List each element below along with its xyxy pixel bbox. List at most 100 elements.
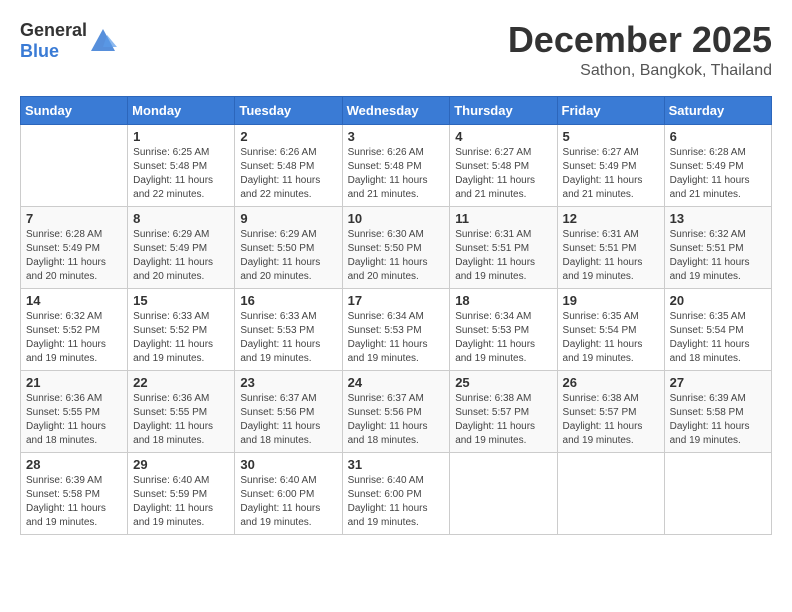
day-number: 4 — [455, 129, 551, 144]
day-number: 1 — [133, 129, 229, 144]
day-number: 3 — [348, 129, 445, 144]
week-row-5: 28 Sunrise: 6:39 AM Sunset: 5:58 PM Dayli… — [21, 452, 772, 534]
day-info: Sunrise: 6:36 AM Sunset: 5:55 PM Dayligh… — [26, 392, 122, 448]
day-info: Sunrise: 6:39 AM Sunset: 5:58 PM Dayligh… — [26, 474, 122, 530]
day-info: Sunrise: 6:37 AM Sunset: 5:56 PM Dayligh… — [348, 392, 445, 448]
day-info: Sunrise: 6:33 AM Sunset: 5:53 PM Dayligh… — [240, 310, 336, 366]
calendar-cell: 16 Sunrise: 6:33 AM Sunset: 5:53 PM Dayli… — [235, 288, 342, 370]
day-info: Sunrise: 6:39 AM Sunset: 5:58 PM Dayligh… — [670, 392, 766, 448]
month-title: December 2025 — [508, 20, 772, 60]
day-info: Sunrise: 6:28 AM Sunset: 5:49 PM Dayligh… — [670, 146, 766, 202]
calendar-cell: 17 Sunrise: 6:34 AM Sunset: 5:53 PM Dayli… — [342, 288, 450, 370]
day-info: Sunrise: 6:33 AM Sunset: 5:52 PM Dayligh… — [133, 310, 229, 366]
day-info: Sunrise: 6:27 AM Sunset: 5:49 PM Dayligh… — [563, 146, 659, 202]
logo-text: General Blue — [20, 20, 87, 62]
title-area: December 2025 Sathon, Bangkok, Thailand — [508, 20, 772, 80]
day-info: Sunrise: 6:36 AM Sunset: 5:55 PM Dayligh… — [133, 392, 229, 448]
day-info: Sunrise: 6:30 AM Sunset: 5:50 PM Dayligh… — [348, 228, 445, 284]
day-number: 6 — [670, 129, 766, 144]
weekday-header-saturday: Saturday — [664, 96, 771, 124]
day-number: 30 — [240, 457, 336, 472]
day-info: Sunrise: 6:35 AM Sunset: 5:54 PM Dayligh… — [670, 310, 766, 366]
day-info: Sunrise: 6:28 AM Sunset: 5:49 PM Dayligh… — [26, 228, 122, 284]
day-number: 31 — [348, 457, 445, 472]
weekday-header-row: SundayMondayTuesdayWednesdayThursdayFrid… — [21, 96, 772, 124]
calendar-cell: 31 Sunrise: 6:40 AM Sunset: 6:00 PM Dayli… — [342, 452, 450, 534]
day-info: Sunrise: 6:29 AM Sunset: 5:50 PM Dayligh… — [240, 228, 336, 284]
calendar: SundayMondayTuesdayWednesdayThursdayFrid… — [20, 96, 772, 535]
day-number: 24 — [348, 375, 445, 390]
calendar-cell: 28 Sunrise: 6:39 AM Sunset: 5:58 PM Dayli… — [21, 452, 128, 534]
day-number: 17 — [348, 293, 445, 308]
day-info: Sunrise: 6:25 AM Sunset: 5:48 PM Dayligh… — [133, 146, 229, 202]
calendar-cell: 4Sunrise: 6:27 AM Sunset: 5:48 PM Daylig… — [450, 124, 557, 206]
logo-general: General — [20, 20, 87, 40]
day-number: 9 — [240, 211, 336, 226]
day-info: Sunrise: 6:34 AM Sunset: 5:53 PM Dayligh… — [348, 310, 445, 366]
calendar-cell: 29Sunrise: 6:40 AM Sunset: 5:59 PM Dayli… — [128, 452, 235, 534]
calendar-cell: 6 Sunrise: 6:28 AM Sunset: 5:49 PM Daylig… — [664, 124, 771, 206]
day-info: Sunrise: 6:35 AM Sunset: 5:54 PM Dayligh… — [563, 310, 659, 366]
calendar-cell: 22 Sunrise: 6:36 AM Sunset: 5:55 PM Dayli… — [128, 370, 235, 452]
day-number: 18 — [455, 293, 551, 308]
location-title: Sathon, Bangkok, Thailand — [508, 62, 772, 80]
calendar-cell: 13Sunrise: 6:32 AM Sunset: 5:51 PM Dayli… — [664, 206, 771, 288]
weekday-header-tuesday: Tuesday — [235, 96, 342, 124]
week-row-1: 1 Sunrise: 6:25 AM Sunset: 5:48 PM Daylig… — [21, 124, 772, 206]
day-number: 23 — [240, 375, 336, 390]
calendar-cell: 21 Sunrise: 6:36 AM Sunset: 5:55 PM Dayli… — [21, 370, 128, 452]
day-info: Sunrise: 6:38 AM Sunset: 5:57 PM Dayligh… — [455, 392, 551, 448]
weekday-header-thursday: Thursday — [450, 96, 557, 124]
day-info: Sunrise: 6:34 AM Sunset: 5:53 PM Dayligh… — [455, 310, 551, 366]
day-number: 14 — [26, 293, 122, 308]
calendar-cell: 7 Sunrise: 6:28 AM Sunset: 5:49 PM Daylig… — [21, 206, 128, 288]
weekday-header-sunday: Sunday — [21, 96, 128, 124]
week-row-2: 7 Sunrise: 6:28 AM Sunset: 5:49 PM Daylig… — [21, 206, 772, 288]
day-number: 22 — [133, 375, 229, 390]
week-row-4: 21 Sunrise: 6:36 AM Sunset: 5:55 PM Dayli… — [21, 370, 772, 452]
day-number: 28 — [26, 457, 122, 472]
day-number: 15 — [133, 293, 229, 308]
day-number: 7 — [26, 211, 122, 226]
calendar-cell: 18 Sunrise: 6:34 AM Sunset: 5:53 PM Dayli… — [450, 288, 557, 370]
day-info: Sunrise: 6:31 AM Sunset: 5:51 PM Dayligh… — [563, 228, 659, 284]
calendar-cell: 30 Sunrise: 6:40 AM Sunset: 6:00 PM Dayli… — [235, 452, 342, 534]
calendar-cell: 24 Sunrise: 6:37 AM Sunset: 5:56 PM Dayli… — [342, 370, 450, 452]
day-info: Sunrise: 6:37 AM Sunset: 5:56 PM Dayligh… — [240, 392, 336, 448]
calendar-cell: 2 Sunrise: 6:26 AM Sunset: 5:48 PM Daylig… — [235, 124, 342, 206]
calendar-cell: 8Sunrise: 6:29 AM Sunset: 5:49 PM Daylig… — [128, 206, 235, 288]
weekday-header-monday: Monday — [128, 96, 235, 124]
day-number: 21 — [26, 375, 122, 390]
calendar-cell: 10 Sunrise: 6:30 AM Sunset: 5:50 PM Dayli… — [342, 206, 450, 288]
calendar-cell: 9 Sunrise: 6:29 AM Sunset: 5:50 PM Daylig… — [235, 206, 342, 288]
day-number: 2 — [240, 129, 336, 144]
day-info: Sunrise: 6:29 AM Sunset: 5:49 PM Dayligh… — [133, 228, 229, 284]
calendar-cell: 23 Sunrise: 6:37 AM Sunset: 5:56 PM Dayli… — [235, 370, 342, 452]
day-info: Sunrise: 6:38 AM Sunset: 5:57 PM Dayligh… — [563, 392, 659, 448]
calendar-cell: 15 Sunrise: 6:33 AM Sunset: 5:52 PM Dayli… — [128, 288, 235, 370]
logo-blue: Blue — [20, 41, 59, 61]
day-number: 5 — [563, 129, 659, 144]
calendar-cell: 14 Sunrise: 6:32 AM Sunset: 5:52 PM Dayli… — [21, 288, 128, 370]
day-info: Sunrise: 6:26 AM Sunset: 5:48 PM Dayligh… — [240, 146, 336, 202]
calendar-cell: 12Sunrise: 6:31 AM Sunset: 5:51 PM Dayli… — [557, 206, 664, 288]
calendar-cell: 27 Sunrise: 6:39 AM Sunset: 5:58 PM Dayli… — [664, 370, 771, 452]
day-number: 19 — [563, 293, 659, 308]
calendar-cell: 20Sunrise: 6:35 AM Sunset: 5:54 PM Dayli… — [664, 288, 771, 370]
logo-icon — [89, 27, 117, 55]
day-info: Sunrise: 6:40 AM Sunset: 6:00 PM Dayligh… — [348, 474, 445, 530]
day-number: 10 — [348, 211, 445, 226]
calendar-cell: 1 Sunrise: 6:25 AM Sunset: 5:48 PM Daylig… — [128, 124, 235, 206]
day-number: 11 — [455, 211, 551, 226]
day-info: Sunrise: 6:31 AM Sunset: 5:51 PM Dayligh… — [455, 228, 551, 284]
day-info: Sunrise: 6:32 AM Sunset: 5:52 PM Dayligh… — [26, 310, 122, 366]
day-number: 29 — [133, 457, 229, 472]
calendar-cell: 5 Sunrise: 6:27 AM Sunset: 5:49 PM Daylig… — [557, 124, 664, 206]
day-info: Sunrise: 6:40 AM Sunset: 6:00 PM Dayligh… — [240, 474, 336, 530]
calendar-cell: 25Sunrise: 6:38 AM Sunset: 5:57 PM Dayli… — [450, 370, 557, 452]
calendar-cell — [664, 452, 771, 534]
day-number: 26 — [563, 375, 659, 390]
calendar-cell: 26 Sunrise: 6:38 AM Sunset: 5:57 PM Dayli… — [557, 370, 664, 452]
day-number: 27 — [670, 375, 766, 390]
day-number: 16 — [240, 293, 336, 308]
